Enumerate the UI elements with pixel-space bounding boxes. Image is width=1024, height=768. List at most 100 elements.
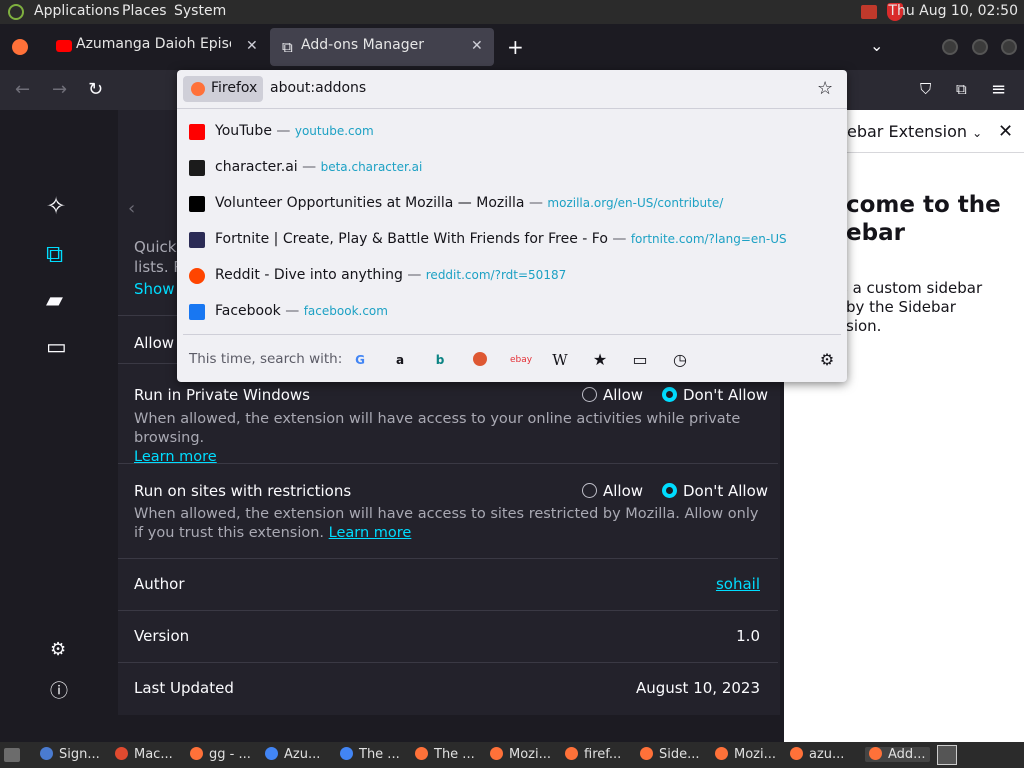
firefox-icon xyxy=(415,747,428,760)
show-more-link[interactable]: Show xyxy=(134,280,174,298)
taskbar-item[interactable]: Side... xyxy=(640,747,700,762)
tab-addons-manager[interactable]: ⧉ Add-ons Manager ✕ xyxy=(270,28,494,66)
firefox-icon xyxy=(565,747,578,760)
restricted-description: When allowed, the extension will have ac… xyxy=(134,505,764,543)
sidebar-body-1: s a custom sidebar xyxy=(840,279,983,297)
recommendations-icon[interactable]: ✧ xyxy=(46,192,74,220)
result-row[interactable]: Reddit - Dive into anything — reddit.com… xyxy=(177,258,847,294)
result-row[interactable]: Fortnite | Create, Play & Battle With Fr… xyxy=(177,222,847,258)
distro-logo-icon[interactable] xyxy=(8,4,24,20)
restricted-dont-allow-radio[interactable]: Don't Allow xyxy=(662,482,768,500)
forward-button[interactable]: → xyxy=(52,79,67,100)
author-link[interactable]: sohail xyxy=(716,575,760,593)
taskbar-item[interactable]: Sign... xyxy=(40,747,100,762)
url-value: about:addons xyxy=(270,80,367,96)
taskbar-item[interactable]: The ... xyxy=(415,747,475,762)
places-menu[interactable]: Places xyxy=(122,3,167,19)
addons-settings-icon[interactable]: ⚙ xyxy=(50,639,78,667)
result-row[interactable]: character.ai — beta.character.ai xyxy=(177,150,847,186)
pocket-icon[interactable]: ⛉ xyxy=(920,80,931,98)
duckduckgo-icon[interactable] xyxy=(470,350,490,370)
system-menu[interactable]: System xyxy=(174,3,226,19)
close-tab-icon[interactable]: ✕ xyxy=(471,38,483,54)
tabs-search-icon[interactable]: ▭ xyxy=(630,350,650,370)
taskbar-item[interactable]: azu... xyxy=(790,747,844,762)
restricted-desc-text: When allowed, the extension will have ac… xyxy=(134,506,759,541)
taskbar-label: Mozi... xyxy=(734,747,777,762)
google-icon[interactable]: G xyxy=(350,350,370,370)
bookmark-star-icon[interactable]: ☆ xyxy=(817,78,833,99)
result-url: fortnite.com/?lang=en-US xyxy=(630,232,787,246)
search-divider xyxy=(183,334,841,335)
tab-azumanga[interactable]: Azumanga Daioh Episode 1 S ✕ xyxy=(44,24,266,70)
taskbar-item[interactable]: Mozi... xyxy=(715,747,776,762)
applications-menu[interactable]: Applications xyxy=(34,3,120,19)
youtube-icon xyxy=(189,124,205,140)
taskbar-label: Sign... xyxy=(59,747,100,762)
firefox-view-icon[interactable] xyxy=(12,39,28,55)
result-row[interactable]: Volunteer Opportunities at Mozilla — Moz… xyxy=(177,186,847,222)
back-chevron-icon[interactable]: ‹ xyxy=(128,198,135,219)
extensions-icon[interactable]: ⧉ xyxy=(956,80,967,98)
sidebar-heading-2: ebar xyxy=(846,220,905,246)
result-title: character.ai xyxy=(215,159,298,175)
wikipedia-icon[interactable]: W xyxy=(550,350,570,370)
private-dont-allow-radio[interactable]: Don't Allow xyxy=(662,386,768,404)
taskbar-label: gg - ... xyxy=(209,747,251,762)
window-maximize-button[interactable] xyxy=(972,39,988,55)
window-close-button[interactable] xyxy=(1001,39,1017,55)
show-desktop-icon[interactable] xyxy=(4,748,20,762)
taskbar-item[interactable]: Mac... xyxy=(115,747,173,762)
restricted-allow-radio[interactable]: Allow xyxy=(582,482,643,500)
list-all-tabs-icon[interactable]: ⌄ xyxy=(870,36,883,55)
description-text: Quick xyxy=(134,238,177,256)
plugins-icon[interactable]: ▭ xyxy=(46,335,74,363)
result-title: Fortnite | Create, Play & Battle With Fr… xyxy=(215,231,608,247)
author-row: Author sohail xyxy=(118,559,778,611)
extensions-category-icon[interactable]: ⧉ xyxy=(46,240,74,268)
radio-label: Allow xyxy=(603,386,644,404)
window-minimize-button[interactable] xyxy=(942,39,958,55)
close-tab-icon[interactable]: ✕ xyxy=(246,38,258,54)
identity-box[interactable]: Firefox xyxy=(183,76,263,102)
clock[interactable]: Thu Aug 10, 02:50 xyxy=(888,3,1018,19)
radio-label: Don't Allow xyxy=(683,482,769,500)
private-learn-more-link[interactable]: Learn more xyxy=(134,449,217,465)
workspace-switcher[interactable] xyxy=(937,745,957,765)
app-menu-icon[interactable]: ≡ xyxy=(991,79,1006,100)
taskbar-label: Mac... xyxy=(134,747,173,762)
bookmarks-search-icon[interactable]: ★ xyxy=(590,350,610,370)
urlbar-divider xyxy=(177,108,847,109)
search-settings-icon[interactable]: ⚙ xyxy=(817,350,837,370)
tab-strip: Azumanga Daioh Episode 1 S ✕ ⧉ Add-ons M… xyxy=(0,24,1024,70)
taskbar-item[interactable]: firef... xyxy=(565,747,621,762)
taskbar-item[interactable]: The ... xyxy=(340,747,400,762)
reload-button[interactable]: ↻ xyxy=(88,79,103,100)
result-title: Facebook xyxy=(215,303,281,319)
result-url: youtube.com xyxy=(294,124,374,138)
addons-help-icon[interactable]: ⓘ xyxy=(50,677,78,705)
result-title: YouTube xyxy=(215,123,272,139)
history-search-icon[interactable]: ◷ xyxy=(670,350,690,370)
result-row[interactable]: Facebook — facebook.com xyxy=(177,294,847,330)
last-updated-value: August 10, 2023 xyxy=(635,679,760,697)
taskbar-item[interactable]: Azu... xyxy=(265,747,320,762)
taskbar-item[interactable]: gg - ... xyxy=(190,747,251,762)
sidebar-body-3: sion. xyxy=(846,317,882,335)
restricted-learn-more-link[interactable]: Learn more xyxy=(329,525,412,541)
url-input[interactable]: about:addons xyxy=(270,80,366,96)
amazon-icon[interactable]: a xyxy=(390,350,410,370)
bing-icon[interactable]: b xyxy=(430,350,450,370)
private-allow-radio[interactable]: Allow xyxy=(582,386,643,404)
ebay-icon[interactable]: ebay xyxy=(510,350,532,370)
new-tab-button[interactable]: + xyxy=(507,35,524,59)
result-row[interactable]: YouTube — youtube.com xyxy=(177,114,847,150)
taskbar-item-active[interactable]: Add... xyxy=(865,747,930,762)
sidebar-title[interactable]: ebar Extension ⌄ xyxy=(847,122,982,141)
close-sidebar-icon[interactable]: ✕ xyxy=(998,121,1013,142)
back-button[interactable]: ← xyxy=(15,79,30,100)
result-title: Reddit - Dive into anything xyxy=(215,267,403,283)
tray-app-icon[interactable] xyxy=(861,5,877,19)
taskbar-item[interactable]: Mozi... xyxy=(490,747,551,762)
themes-icon[interactable]: ▰ xyxy=(46,288,74,316)
